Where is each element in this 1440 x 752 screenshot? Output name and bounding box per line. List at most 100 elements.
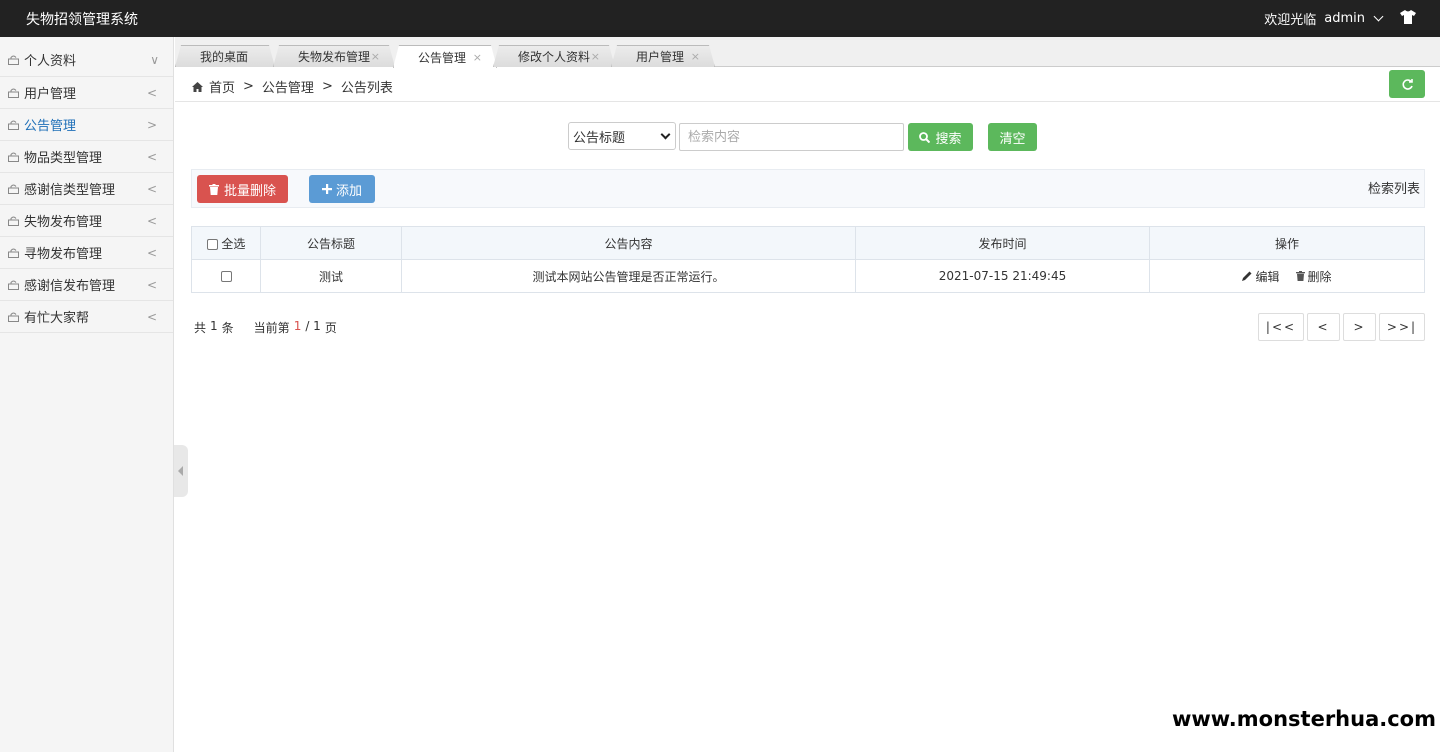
chevron-left-icon: < [146, 213, 157, 228]
lock-icon [8, 152, 19, 162]
pager-current: 1 [293, 319, 302, 333]
tab-edit-profile[interactable]: 修改个人资料 × [493, 45, 615, 67]
notices-table: 全选 公告标题 公告内容 发布时间 操作 测试 测试本网站公告管理是否正常运行。… [191, 226, 1425, 293]
clear-button[interactable]: 清空 [988, 123, 1037, 151]
table-header-row: 全选 公告标题 公告内容 发布时间 操作 [191, 226, 1425, 260]
sidebar-item-label: 感谢信类型管理 [24, 183, 116, 198]
header-time: 发布时间 [855, 226, 1150, 260]
breadcrumb-row: 首页 > 公告管理 > 公告列表 [175, 68, 1440, 102]
chevron-left-icon: < [146, 277, 157, 292]
sidebar-item-item-types[interactable]: 物品类型管理 < [0, 141, 173, 173]
delete-button[interactable]: 删除 [1295, 268, 1332, 285]
sidebar-item-letter-posts[interactable]: 感谢信发布管理 < [0, 269, 173, 301]
sidebar-item-help[interactable]: 有忙大家帮 < [0, 301, 173, 333]
trash-icon [208, 183, 219, 195]
breadcrumb-home[interactable]: 首页 [209, 77, 235, 96]
search-icon [919, 131, 931, 143]
chevron-left-icon: < [146, 181, 157, 196]
breadcrumb-separator: > [321, 79, 333, 94]
search-field-value: 公告标题 [573, 130, 626, 146]
breadcrumb-separator: > [243, 79, 254, 94]
sidebar-item-users[interactable]: 用户管理 < [0, 77, 173, 109]
add-button[interactable]: 添加 [309, 175, 375, 203]
chevron-down-icon: ∨ [150, 52, 159, 67]
sidebar-item-label: 物品类型管理 [24, 151, 103, 166]
search-button[interactable]: 搜索 [908, 123, 973, 151]
header-ops: 操作 [1149, 226, 1425, 260]
pager-pages: / 1 [305, 319, 321, 333]
pager-total-prefix: 共 [194, 321, 207, 335]
sidebar-item-label: 寻物发布管理 [24, 247, 103, 262]
sidebar-item-label: 用户管理 [24, 87, 77, 102]
next-page-button[interactable]: > [1343, 313, 1376, 341]
sidebar-item-letter-types[interactable]: 感谢信类型管理 < [0, 173, 173, 205]
lock-icon [8, 184, 19, 194]
batch-delete-label: 批量删除 [223, 183, 276, 199]
sidebar: 个人资料 ∨ 用户管理 < 公告管理 > 物品类型管理 < 感谢信类型管理 < … [0, 37, 174, 752]
add-label: 添加 [335, 183, 362, 199]
tab-label: 公告管理 [418, 50, 467, 65]
sidebar-item-lost-posts[interactable]: 失物发布管理 < [0, 205, 173, 237]
chevron-down-icon[interactable] [1373, 11, 1384, 22]
row-title: 测试 [260, 259, 402, 293]
pager-total: 1 [210, 319, 218, 333]
row-ops: 编辑 删除 [1149, 259, 1425, 293]
table-row: 测试 测试本网站公告管理是否正常运行。 2021-07-15 21:49:45 … [191, 259, 1425, 293]
tab-bar: 我的桌面 失物发布管理 × 公告管理 × 修改个人资料 × 用户管理 × [175, 37, 1440, 67]
lock-icon [8, 280, 19, 290]
watermark: www.monsterhua.com [1171, 707, 1436, 731]
tab-label: 修改个人资料 [518, 50, 591, 64]
header-select-all[interactable]: 全选 [191, 226, 261, 260]
tab-label: 我的桌面 [200, 50, 249, 64]
search-input[interactable] [679, 123, 904, 151]
greeting-text: 欢迎光临 [1264, 13, 1317, 28]
tab-label: 失物发布管理 [298, 50, 371, 64]
lock-icon [8, 312, 19, 322]
pager-pages-suffix: 页 [324, 321, 337, 335]
close-icon[interactable]: × [473, 51, 482, 64]
refresh-button[interactable] [1389, 70, 1425, 98]
sidebar-item-search-posts[interactable]: 寻物发布管理 < [0, 237, 173, 269]
row-content: 测试本网站公告管理是否正常运行。 [401, 259, 856, 293]
tab-label: 用户管理 [636, 50, 685, 64]
username[interactable]: admin [1324, 11, 1365, 26]
close-icon[interactable]: × [371, 50, 380, 63]
sidebar-item-label: 公告管理 [24, 119, 77, 134]
user-menu[interactable]: 欢迎光临 admin [1264, 9, 1384, 28]
search-field-select[interactable]: 公告标题 [568, 122, 676, 150]
last-page-button[interactable]: >>| [1379, 313, 1425, 341]
list-toolbar: 批量删除 添加 检索列表 [191, 169, 1425, 208]
sidebar-item-notices[interactable]: 公告管理 > [0, 109, 173, 141]
tab-desktop[interactable]: 我的桌面 [175, 45, 275, 67]
delete-label: 删除 [1307, 269, 1332, 284]
tab-notices[interactable]: 公告管理 × [393, 45, 497, 68]
pager-total-suffix: 条 [221, 321, 234, 335]
close-icon[interactable]: × [591, 50, 600, 63]
clear-button-label: 清空 [999, 131, 1026, 147]
breadcrumb: 首页 > 公告管理 > 公告列表 [192, 77, 393, 96]
lock-icon [8, 120, 19, 130]
chevron-left-icon: < [146, 245, 157, 260]
chevron-left-icon: < [146, 309, 157, 324]
lock-icon [8, 55, 19, 65]
trash-icon [1295, 271, 1305, 281]
app-title: 失物招领管理系统 [26, 12, 138, 28]
top-bar: 失物招领管理系统 欢迎光临 admin [0, 0, 1440, 37]
first-page-button[interactable]: |<< [1258, 313, 1304, 341]
search-button-label: 搜索 [935, 131, 962, 147]
select-all-checkbox[interactable] [206, 238, 218, 250]
close-icon[interactable]: × [691, 50, 700, 63]
edit-button[interactable]: 编辑 [1242, 268, 1280, 285]
sidebar-collapse-handle[interactable] [174, 445, 188, 497]
sidebar-item-profile[interactable]: 个人资料 ∨ [0, 37, 173, 77]
prev-page-button[interactable]: < [1307, 313, 1340, 341]
lock-icon [8, 248, 19, 258]
home-icon [192, 81, 203, 92]
tab-users[interactable]: 用户管理 × [611, 45, 715, 67]
row-checkbox[interactable] [220, 271, 232, 282]
batch-delete-button[interactable]: 批量删除 [197, 175, 288, 203]
tab-lost-posts[interactable]: 失物发布管理 × [273, 45, 395, 67]
tshirt-icon[interactable] [1400, 10, 1416, 24]
breadcrumb-section[interactable]: 公告管理 [262, 77, 314, 96]
lock-icon [8, 216, 19, 226]
